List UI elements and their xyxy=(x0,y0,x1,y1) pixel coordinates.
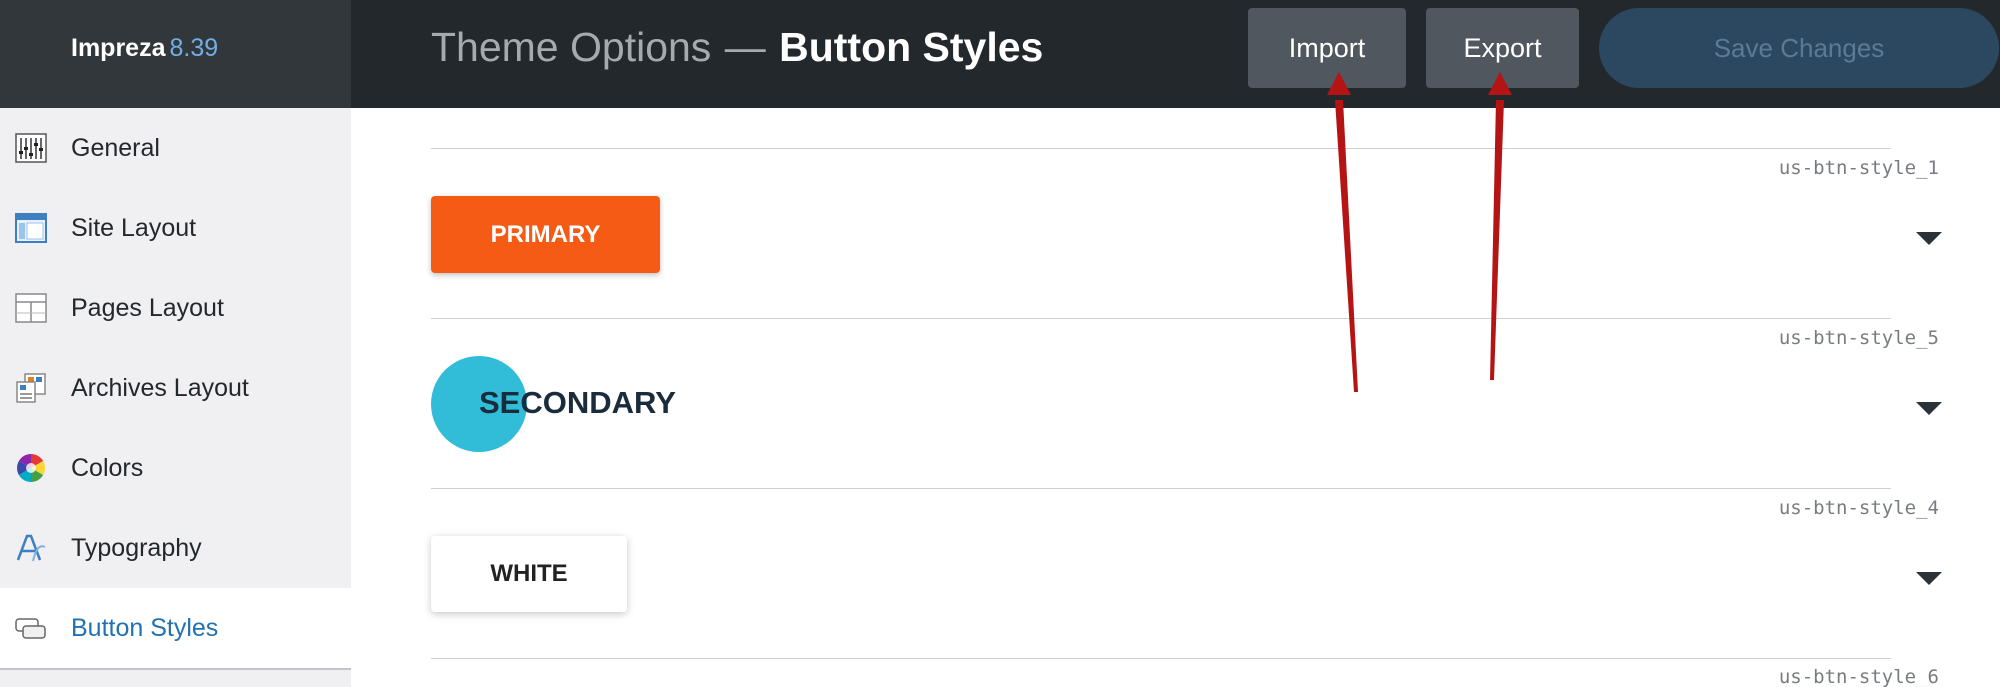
pages-layout-icon xyxy=(15,293,47,323)
sidebar-item-label: Archives Layout xyxy=(71,373,249,402)
sidebar-item-label: General xyxy=(71,133,160,162)
secondary-button-label: SECONDARY xyxy=(479,385,676,420)
sidebar-item-archives-layout[interactable]: Archives Layout xyxy=(0,348,351,428)
expand-caret-icon[interactable] xyxy=(1916,232,1942,245)
sidebar-item-site-layout[interactable]: Site Layout xyxy=(0,188,351,268)
brand-version: 8.39 xyxy=(169,34,219,62)
page-title-prefix: Theme Options xyxy=(431,24,712,70)
sidebar-item-pages-layout[interactable]: Pages Layout xyxy=(0,268,351,348)
import-button[interactable]: Import xyxy=(1248,8,1406,88)
expand-caret-icon[interactable] xyxy=(1916,572,1942,585)
style-id-label: us-btn-style_6 xyxy=(1778,666,1939,687)
sidebar-item-label: Button Styles xyxy=(71,613,219,642)
row-divider xyxy=(431,658,1891,659)
brand-title: Impreza 8.39 xyxy=(71,34,218,63)
white-button-preview[interactable]: WHITE xyxy=(431,536,627,612)
sidebar-item-label: Colors xyxy=(71,453,144,482)
save-changes-button[interactable]: Save Changes xyxy=(1599,8,1999,88)
page-title-separator: — xyxy=(724,24,766,70)
typography-icon xyxy=(16,534,46,562)
sidebar-item-label: Site Layout xyxy=(71,213,197,242)
sidebar-item-button-styles[interactable]: Button Styles xyxy=(0,588,351,668)
brand-block: Impreza 8.39 xyxy=(0,0,351,108)
expand-caret-icon[interactable] xyxy=(1916,402,1942,415)
sidebar: General Site Layout Pages Layout Archive… xyxy=(0,108,351,687)
sidebar-divider xyxy=(0,668,351,670)
primary-button-preview[interactable]: PRIMARY xyxy=(431,196,660,273)
archives-layout-icon xyxy=(16,373,46,403)
color-wheel-icon xyxy=(17,454,45,482)
style-id-label: us-btn-style_4 xyxy=(1778,497,1939,519)
sidebar-item-label: Pages Layout xyxy=(71,293,224,322)
sidebar-item-label: Typography xyxy=(71,533,202,562)
sidebar-item-colors[interactable]: Colors xyxy=(0,428,351,508)
sidebar-item-typography[interactable]: Typography xyxy=(0,508,351,588)
top-bar: Impreza 8.39 Theme Options — Button Style… xyxy=(0,0,2000,108)
row-divider xyxy=(431,488,1891,489)
export-button[interactable]: Export xyxy=(1426,8,1579,88)
row-divider xyxy=(431,148,1891,149)
style-id-label: us-btn-style_1 xyxy=(1778,157,1939,179)
sliders-icon xyxy=(15,133,47,163)
button-styles-icon xyxy=(15,618,46,639)
button-styles-list: us-btn-style_1 PRIMARY us-btn-style_5 SE… xyxy=(351,108,2000,687)
row-divider xyxy=(431,318,1891,319)
page-title: Theme Options — Button Styles xyxy=(431,24,1043,71)
site-layout-icon xyxy=(15,213,47,243)
style-id-label: us-btn-style_5 xyxy=(1778,327,1939,349)
brand-name: Impreza xyxy=(71,34,166,62)
page-title-current: Button Styles xyxy=(779,24,1044,70)
sidebar-item-general[interactable]: General xyxy=(0,108,351,188)
